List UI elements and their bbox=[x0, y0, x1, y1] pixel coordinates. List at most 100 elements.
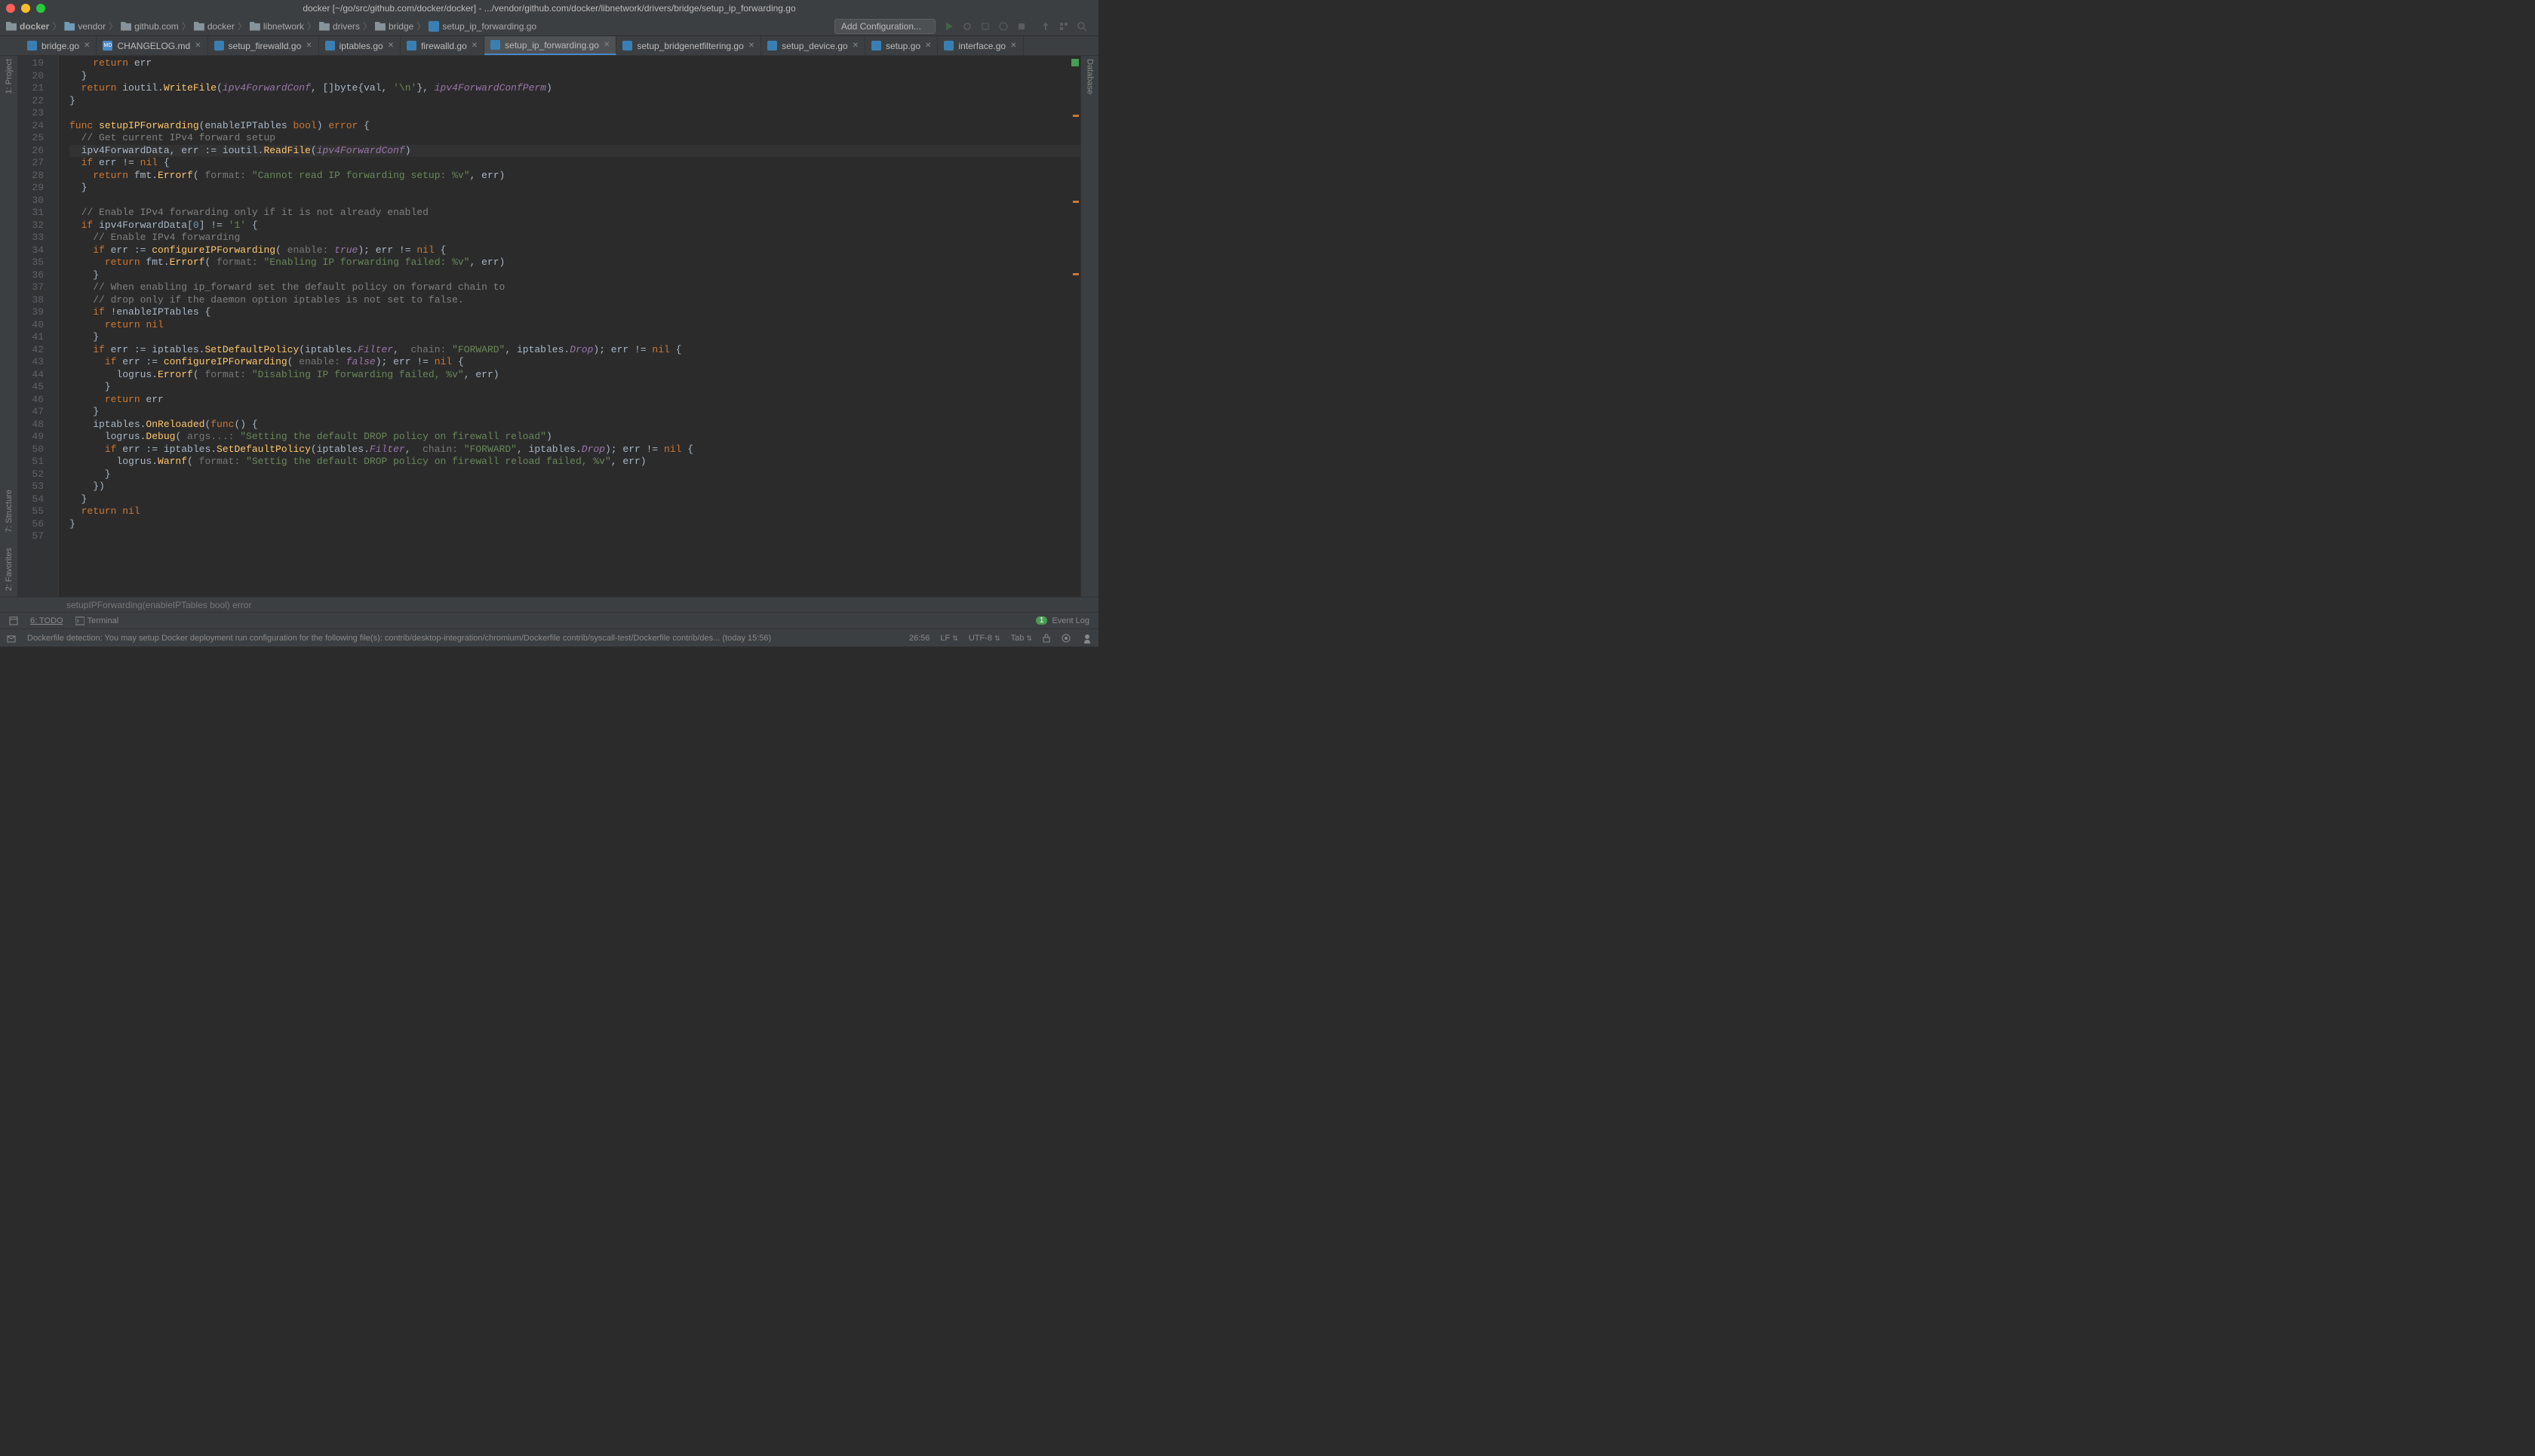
line-number[interactable]: 51 bbox=[18, 456, 44, 468]
editor-tab-setup_firewalld.go[interactable]: setup_firewalld.go✕ bbox=[208, 36, 319, 55]
code-line[interactable]: iptables.OnReloaded(func() { bbox=[69, 419, 1080, 432]
gutter-folding[interactable] bbox=[50, 56, 59, 597]
editor-tab-iptables.go[interactable]: iptables.go✕ bbox=[319, 36, 401, 55]
code-line[interactable]: if !enableIPTables { bbox=[69, 306, 1080, 319]
line-number[interactable]: 49 bbox=[18, 431, 44, 444]
line-number[interactable]: 34 bbox=[18, 244, 44, 257]
line-number[interactable]: 42 bbox=[18, 344, 44, 357]
line-number[interactable]: 57 bbox=[18, 530, 44, 543]
memory-indicator-icon[interactable] bbox=[1061, 633, 1071, 644]
code-line[interactable]: logrus.Warnf( format: "Settig the defaul… bbox=[69, 456, 1080, 468]
debug-icon[interactable] bbox=[961, 20, 973, 32]
editor-tab-interface.go[interactable]: interface.go✕ bbox=[938, 36, 1023, 55]
code-line[interactable]: func setupIPForwarding(enableIPTables bo… bbox=[69, 120, 1080, 133]
code-line[interactable]: } bbox=[69, 269, 1080, 282]
line-number[interactable]: 36 bbox=[18, 269, 44, 282]
warning-marker[interactable] bbox=[1073, 273, 1079, 275]
hector-icon[interactable] bbox=[1082, 633, 1092, 644]
code-line[interactable]: } bbox=[69, 406, 1080, 419]
line-number[interactable]: 41 bbox=[18, 331, 44, 344]
vcs-update-icon[interactable] bbox=[1040, 20, 1052, 32]
code-line[interactable]: // Get current IPv4 forward setup bbox=[69, 132, 1080, 145]
breadcrumb-item-libnetwork[interactable]: libnetwork bbox=[250, 21, 304, 32]
code-line[interactable]: // Enable IPv4 forwarding bbox=[69, 232, 1080, 244]
code-line[interactable]: return err bbox=[69, 394, 1080, 407]
code-line[interactable]: } bbox=[69, 468, 1080, 481]
hide-tool-windows-icon[interactable] bbox=[9, 616, 18, 625]
function-crumb[interactable]: setupIPForwarding(enableIPTables bool) e… bbox=[66, 600, 251, 610]
close-tab-icon[interactable]: ✕ bbox=[306, 41, 312, 50]
code-line[interactable]: // Enable IPv4 forwarding only if it is … bbox=[69, 207, 1080, 220]
line-number[interactable]: 32 bbox=[18, 220, 44, 232]
search-icon[interactable] bbox=[1076, 20, 1088, 32]
code-editor[interactable]: 1920212223242526272829303132333435363738… bbox=[18, 56, 1080, 597]
code-line[interactable]: } bbox=[69, 70, 1080, 83]
close-tab-icon[interactable]: ✕ bbox=[604, 41, 610, 49]
readonly-lock-icon[interactable] bbox=[1043, 634, 1050, 643]
close-tab-icon[interactable]: ✕ bbox=[925, 41, 931, 50]
editor-tab-setup_ip_forwarding.go[interactable]: setup_ip_forwarding.go✕ bbox=[484, 36, 616, 55]
code-content[interactable]: return err } return ioutil.WriteFile(ipv… bbox=[59, 56, 1080, 597]
favorites-tool-button[interactable]: 2: Favorites bbox=[5, 548, 14, 591]
line-number[interactable]: 24 bbox=[18, 120, 44, 133]
code-line[interactable]: logrus.Errorf( format: "Disabling IP for… bbox=[69, 369, 1080, 382]
line-number[interactable]: 22 bbox=[18, 95, 44, 108]
line-number[interactable]: 56 bbox=[18, 518, 44, 531]
code-line[interactable]: // When enabling ip_forward set the defa… bbox=[69, 281, 1080, 294]
warning-marker[interactable] bbox=[1073, 201, 1079, 203]
code-line[interactable]: logrus.Debug( args...: "Setting the defa… bbox=[69, 431, 1080, 444]
warning-marker[interactable] bbox=[1073, 115, 1079, 117]
line-number[interactable]: 43 bbox=[18, 356, 44, 369]
close-tab-icon[interactable]: ✕ bbox=[84, 41, 90, 50]
code-line[interactable]: return fmt.Errorf( format: "Cannot read … bbox=[69, 170, 1080, 183]
stop-icon[interactable] bbox=[1016, 20, 1028, 32]
breadcrumb-item-bridge[interactable]: bridge bbox=[375, 21, 413, 32]
code-line[interactable]: return ioutil.WriteFile(ipv4ForwardConf,… bbox=[69, 82, 1080, 95]
line-number[interactable]: 54 bbox=[18, 493, 44, 506]
line-number[interactable]: 23 bbox=[18, 107, 44, 120]
code-line[interactable]: } bbox=[69, 95, 1080, 108]
breadcrumb-item-github.com[interactable]: github.com bbox=[121, 21, 179, 32]
todo-tool-button[interactable]: 6: TODO bbox=[30, 616, 63, 625]
line-number[interactable]: 46 bbox=[18, 394, 44, 407]
editor-tab-setup.go[interactable]: setup.go✕ bbox=[865, 36, 938, 55]
database-tool-button[interactable]: Database bbox=[1086, 59, 1095, 94]
line-number[interactable]: 19 bbox=[18, 57, 44, 70]
line-number[interactable]: 44 bbox=[18, 369, 44, 382]
line-number[interactable]: 28 bbox=[18, 170, 44, 183]
encoding-widget[interactable]: UTF-8 ⇅ bbox=[969, 634, 1000, 643]
terminal-tool-button[interactable]: Terminal bbox=[75, 616, 119, 625]
profile-icon[interactable] bbox=[997, 20, 1009, 32]
editor-tab-setup_device.go[interactable]: setup_device.go✕ bbox=[761, 36, 865, 55]
line-number[interactable]: 33 bbox=[18, 232, 44, 244]
breadcrumb-item-drivers[interactable]: drivers bbox=[319, 21, 360, 32]
close-tab-icon[interactable]: ✕ bbox=[388, 41, 394, 50]
code-line[interactable]: return nil bbox=[69, 505, 1080, 518]
line-number[interactable]: 26 bbox=[18, 145, 44, 158]
close-tab-icon[interactable]: ✕ bbox=[195, 41, 201, 50]
editor-breadcrumb[interactable]: setupIPForwarding(enableIPTables bool) e… bbox=[0, 597, 1098, 612]
close-tab-icon[interactable]: ✕ bbox=[472, 41, 478, 50]
line-number[interactable]: 21 bbox=[18, 82, 44, 95]
close-tab-icon[interactable]: ✕ bbox=[853, 41, 859, 50]
code-line[interactable]: if ipv4ForwardData[0] != '1' { bbox=[69, 220, 1080, 232]
code-line[interactable]: } bbox=[69, 182, 1080, 195]
coverage-icon[interactable] bbox=[979, 20, 991, 32]
code-line[interactable]: if err := iptables.SetDefaultPolicy(ipta… bbox=[69, 344, 1080, 357]
line-number[interactable]: 35 bbox=[18, 256, 44, 269]
line-number[interactable]: 45 bbox=[18, 381, 44, 394]
line-number[interactable]: 29 bbox=[18, 182, 44, 195]
line-number[interactable]: 40 bbox=[18, 319, 44, 332]
editor-tab-bridge.go[interactable]: bridge.go✕ bbox=[21, 36, 97, 55]
line-number[interactable]: 52 bbox=[18, 468, 44, 481]
editor-tab-CHANGELOG.md[interactable]: MDCHANGELOG.md✕ bbox=[97, 36, 207, 55]
status-message[interactable]: Dockerfile detection: You may setup Dock… bbox=[27, 634, 899, 643]
breadcrumb-item-setup_ip_forwarding.go[interactable]: setup_ip_forwarding.go bbox=[429, 21, 536, 32]
code-line[interactable] bbox=[69, 195, 1080, 207]
line-number[interactable]: 55 bbox=[18, 505, 44, 518]
code-line[interactable] bbox=[69, 107, 1080, 120]
maximize-window-button[interactable] bbox=[36, 4, 45, 13]
caret-position[interactable]: 26:56 bbox=[909, 634, 930, 643]
close-tab-icon[interactable]: ✕ bbox=[1010, 41, 1016, 50]
code-line[interactable]: return err bbox=[69, 57, 1080, 70]
